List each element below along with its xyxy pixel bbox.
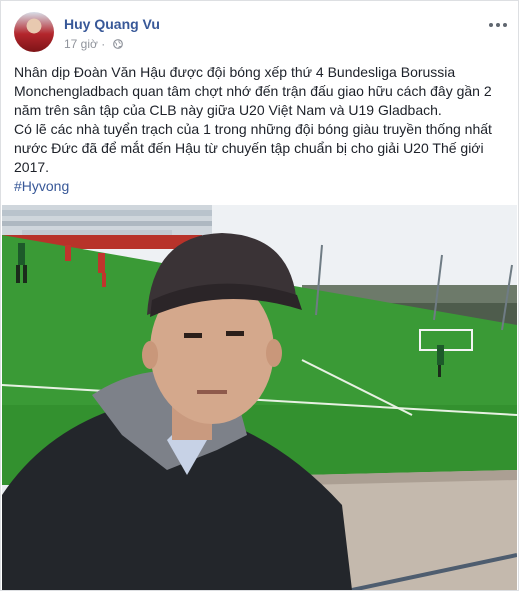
post-card: Huy Quang Vu 17 giờ · Nhân dịp Đoàn Văn …	[0, 0, 519, 591]
more-dots-icon	[489, 23, 507, 27]
avatar[interactable]	[14, 12, 54, 52]
post-meta: 17 giờ ·	[64, 37, 123, 51]
hashtag-link[interactable]: #Hyvong	[14, 178, 69, 194]
timestamp[interactable]: 17 giờ	[64, 37, 98, 51]
author-name[interactable]: Huy Quang Vu	[64, 16, 160, 32]
dot-separator: ·	[101, 37, 109, 51]
post-paragraph-2: Có lẽ các nhà tuyển trạch của 1 trong nh…	[14, 121, 492, 175]
selfie-image	[2, 205, 517, 590]
post-paragraph-1: Nhân dịp Đoàn Văn Hậu được đội bóng xếp …	[14, 64, 492, 118]
globe-icon[interactable]	[112, 39, 123, 49]
post-header: Huy Quang Vu 17 giờ ·	[14, 12, 508, 54]
post-text: Nhân dịp Đoàn Văn Hậu được đội bóng xếp …	[14, 63, 504, 196]
more-options-button[interactable]	[488, 12, 508, 33]
post-photo[interactable]	[2, 205, 517, 590]
